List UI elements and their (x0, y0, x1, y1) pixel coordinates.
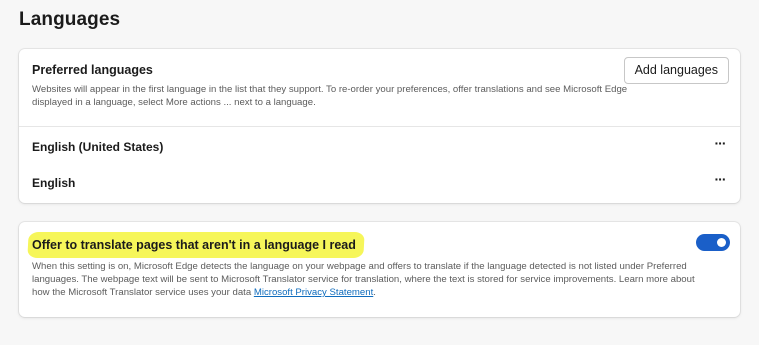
preferred-languages-description: Websites will appear in the first langua… (32, 84, 628, 108)
description-suffix: . (373, 287, 376, 298)
privacy-statement-link[interactable]: Microsoft Privacy Statement (254, 287, 373, 298)
page-title: Languages (19, 9, 121, 30)
language-label: English (32, 176, 76, 190)
settings-page: Languages Preferred languages Websites w… (0, 0, 759, 345)
divider (19, 126, 740, 127)
add-languages-button[interactable]: Add languages (623, 57, 729, 84)
offer-translate-toggle[interactable] (696, 234, 730, 251)
offer-translate-description: When this setting is on, Microsoft Edge … (32, 260, 712, 299)
language-row: English ··· (19, 165, 740, 201)
offer-translate-card: Offer to translate pages that aren't in … (19, 222, 740, 317)
offer-translate-title: Offer to translate pages that aren't in … (32, 238, 356, 252)
language-label: English (United States) (32, 140, 164, 154)
language-row: English (United States) ··· (19, 129, 740, 165)
preferred-languages-header: Preferred languages (32, 63, 153, 77)
offer-translate-title-wrap: Offer to translate pages that aren't in … (27, 232, 365, 258)
toggle-knob (717, 238, 726, 247)
preferred-languages-card: Preferred languages Websites will appear… (19, 49, 740, 203)
yellow-highlight: Offer to translate pages that aren't in … (27, 232, 365, 258)
more-actions-icon[interactable]: ··· (710, 172, 730, 191)
more-actions-icon[interactable]: ··· (710, 136, 730, 155)
